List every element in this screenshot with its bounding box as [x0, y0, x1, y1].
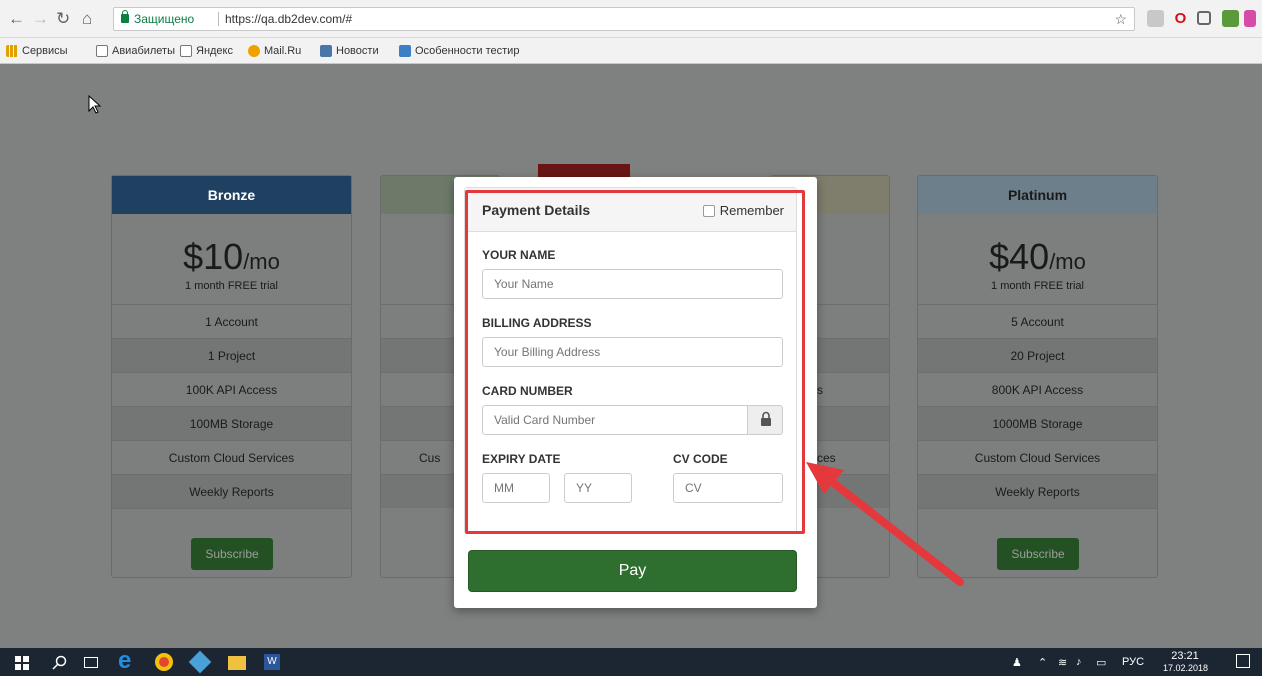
url-text: https://qa.db2dev.com/#	[225, 12, 353, 26]
plan-feature: Custom Cloud Services	[112, 440, 351, 474]
name-input[interactable]	[482, 269, 783, 299]
screenshot-extension-icon[interactable]	[1197, 11, 1211, 25]
panel-title: Payment Details	[482, 202, 591, 218]
plan-trial: 1 month FREE trial	[185, 280, 278, 292]
plan-feature: 1 Project	[112, 338, 351, 372]
apps-icon	[6, 45, 18, 57]
pay-button[interactable]: Pay	[468, 550, 797, 592]
panel-header: Payment Details Remember	[465, 188, 796, 232]
wifi-icon[interactable]: ≋	[1058, 656, 1067, 669]
vpn-extension-icon[interactable]	[1222, 10, 1239, 27]
volume-icon[interactable]: ♪	[1076, 656, 1082, 668]
plan-feature: 1 Account	[112, 304, 351, 338]
forward-icon[interactable]: →	[32, 9, 49, 29]
bookmarks-bar: Сервисы Авиабилеты Яндекс Mail.Ru Новост…	[0, 38, 1262, 64]
vk-icon	[320, 45, 332, 57]
home-icon[interactable]: ⌂	[82, 9, 92, 29]
plan-feature: 100K API Access	[112, 372, 351, 406]
popular-ribbon	[538, 164, 630, 178]
windows-start-icon[interactable]	[15, 656, 29, 670]
address-bar[interactable]: Защищено https://qa.db2dev.com/# ☆	[113, 7, 1135, 31]
bookmark-news[interactable]: Новости	[320, 43, 379, 59]
app-icon[interactable]	[188, 650, 212, 674]
plan-price: $10/mo	[183, 236, 280, 277]
battery-icon[interactable]: ▭	[1096, 656, 1106, 669]
bookmark-services[interactable]: Сервисы	[6, 43, 68, 59]
chrome-icon[interactable]	[155, 653, 173, 671]
subscribe-button[interactable]: Subscribe	[191, 538, 273, 570]
language-indicator[interactable]: РУС	[1122, 656, 1144, 668]
opera-icon[interactable]: O	[1172, 10, 1189, 27]
plan-trial: 1 month FREE trial	[991, 280, 1084, 292]
bookmark-mailru[interactable]: Mail.Ru	[248, 43, 301, 59]
page-icon	[96, 45, 108, 57]
plan-name: Bronze	[112, 176, 351, 214]
name-label: YOUR NAME	[482, 248, 556, 262]
card-number-input[interactable]	[482, 405, 748, 435]
file-explorer-icon[interactable]	[228, 656, 246, 670]
word-icon[interactable]: W	[264, 654, 280, 670]
lock-icon	[121, 10, 129, 23]
plan-feature: 5 Account	[918, 304, 1157, 338]
cursor-icon	[88, 95, 102, 114]
reload-icon[interactable]: ↻	[56, 9, 70, 29]
star-icon[interactable]: ☆	[1114, 8, 1127, 30]
mail-icon	[248, 45, 260, 57]
expiry-month-input[interactable]	[482, 473, 550, 503]
edge-icon[interactable]: e	[118, 648, 131, 674]
cv-code-input[interactable]	[673, 473, 783, 503]
page-icon	[180, 45, 192, 57]
plan-price: $40/mo	[989, 236, 1086, 277]
plan-feature: 800K API Access	[918, 372, 1157, 406]
browser-toolbar: ← → ↻ ⌂ Защищено https://qa.db2dev.com/#…	[0, 0, 1262, 38]
flask-icon	[399, 45, 411, 57]
task-view-icon[interactable]	[84, 657, 98, 668]
color-extension-icon[interactable]	[1244, 10, 1256, 27]
back-icon[interactable]: ←	[8, 9, 25, 29]
search-icon[interactable]	[52, 655, 68, 671]
expiry-year-input[interactable]	[564, 473, 632, 503]
plan-feature: 1000MB Storage	[918, 406, 1157, 440]
payment-panel: Payment Details Remember YOUR NAME BILLI…	[464, 187, 797, 534]
subscribe-button[interactable]: Subscribe	[997, 538, 1079, 570]
annotation-arrow-icon	[806, 462, 964, 586]
card-number-label: CARD NUMBER	[482, 384, 573, 398]
plan-card-bronze: Bronze $10/mo 1 month FREE trial 1 Accou…	[111, 175, 352, 578]
plan-feature: 20 Project	[918, 338, 1157, 372]
bookmark-flights[interactable]: Авиабилеты	[96, 43, 175, 59]
lock-icon	[761, 411, 771, 426]
bookmark-testing[interactable]: Особенности тестир	[399, 43, 519, 59]
expiry-label: EXPIRY DATE	[482, 452, 561, 466]
plan-feature: 100MB Storage	[112, 406, 351, 440]
extension-icon[interactable]	[1147, 10, 1164, 27]
notification-icon[interactable]	[1236, 654, 1250, 668]
windows-taskbar: e W ♟ ⌃ ≋ ♪ ▭ РУС 23:21 17.02.2018	[0, 648, 1262, 676]
plan-feature: Weekly Reports	[112, 474, 351, 508]
secure-label: Защищено	[134, 12, 195, 26]
plan-name: Platinum	[918, 176, 1157, 214]
address-label: BILLING ADDRESS	[482, 316, 592, 330]
bookmark-yandex[interactable]: Яндекс	[180, 43, 233, 59]
card-lock-addon	[747, 405, 783, 435]
clock[interactable]: 23:21 17.02.2018	[1163, 650, 1208, 674]
chevron-up-icon[interactable]: ⌃	[1038, 656, 1047, 669]
people-icon[interactable]: ♟	[1012, 656, 1022, 669]
payment-modal: Payment Details Remember YOUR NAME BILLI…	[454, 177, 817, 608]
cv-code-label: CV CODE	[673, 452, 728, 466]
remember-checkbox[interactable]: Remember	[702, 203, 784, 218]
checkbox-icon[interactable]	[702, 204, 715, 217]
billing-address-input[interactable]	[482, 337, 783, 367]
